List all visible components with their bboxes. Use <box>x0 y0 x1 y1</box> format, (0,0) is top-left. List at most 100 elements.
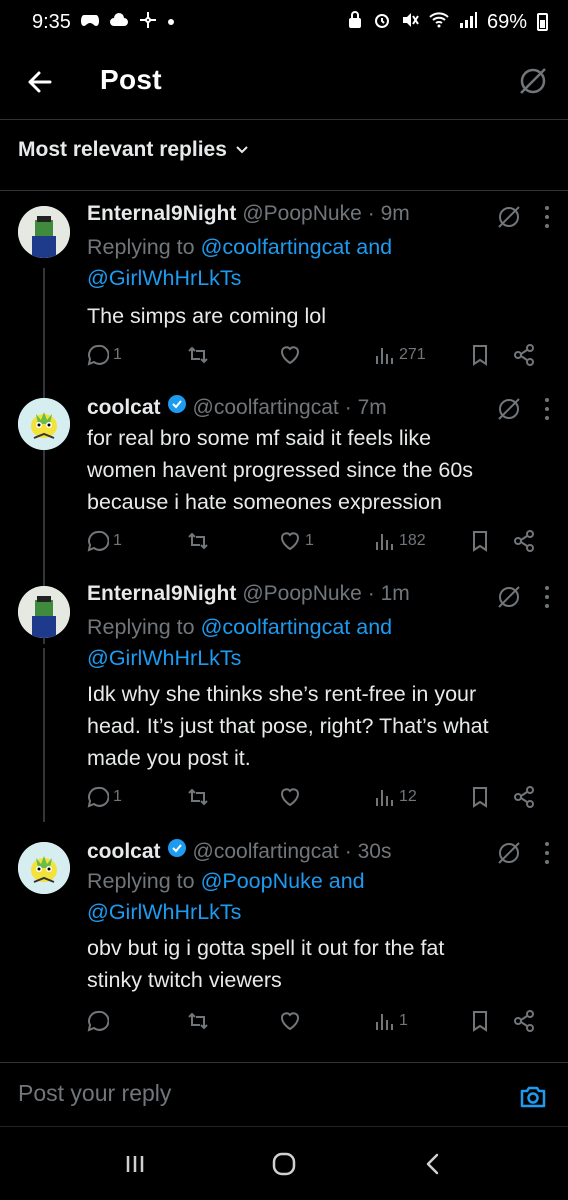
reply-actions: 1 <box>87 1010 547 1036</box>
reply-composer-input[interactable]: Post your reply <box>18 1080 171 1107</box>
reply-button[interactable]: 1 <box>87 786 122 808</box>
views-button[interactable]: 182 <box>373 530 426 552</box>
replying-to: Replying to @coolfartingcat and @GirlWhH… <box>87 612 527 674</box>
mention-link[interactable]: @GirlWhHrLkTs <box>87 900 241 924</box>
handle[interactable]: @PoopNuke <box>242 582 361 606</box>
grok-icon[interactable] <box>496 204 522 230</box>
avatar[interactable] <box>18 842 70 894</box>
handle[interactable]: @PoopNuke <box>242 202 361 226</box>
verified-badge-icon <box>167 839 186 857</box>
repost-button[interactable] <box>187 344 209 366</box>
bookmark-button[interactable] <box>469 530 491 552</box>
avatar[interactable] <box>18 398 70 450</box>
replying-prefix: Replying to <box>87 615 195 639</box>
heart-icon <box>281 788 299 807</box>
battery-icon <box>537 13 548 31</box>
like-count: 1 <box>305 532 314 549</box>
bookmark-button[interactable] <box>469 344 491 366</box>
sort-selector[interactable]: Most relevant replies <box>18 138 249 162</box>
replying-to: Replying to @coolfartingcat and @GirlWhH… <box>87 232 527 294</box>
display-name[interactable]: Enternal9Night <box>87 582 236 606</box>
grok-icon[interactable] <box>496 584 522 610</box>
share-icon <box>514 1010 534 1032</box>
chevron-down-icon <box>236 146 248 154</box>
views-button[interactable]: 271 <box>373 344 426 366</box>
repost-button[interactable] <box>187 530 209 552</box>
comment-icon <box>87 786 109 808</box>
handle[interactable]: @coolfartingcat <box>193 840 339 864</box>
bookmark-button[interactable] <box>469 786 491 808</box>
reply-meta: Enternal9Night @PoopNuke · 1m <box>87 582 410 606</box>
heart-icon <box>281 1012 299 1031</box>
reply-item[interactable]: Enternal9Night @PoopNuke · 9m Replying t… <box>0 202 568 644</box>
page-title: Post <box>100 64 162 95</box>
reply-text-line: made you post it. <box>87 746 251 770</box>
lock-icon <box>347 10 363 34</box>
home-icon[interactable] <box>264 1144 304 1184</box>
reply-button[interactable]: 1 <box>87 344 122 366</box>
like-button[interactable] <box>279 344 301 366</box>
reply-item[interactable]: coolcat @coolfartingcat · 7m for real br… <box>0 394 568 564</box>
reply-button[interactable]: 1 <box>87 530 122 552</box>
display-name[interactable]: coolcat <box>87 840 161 864</box>
repost-icon <box>188 532 208 550</box>
reply-meta: coolcat @coolfartingcat · 7m <box>87 394 387 420</box>
recent-apps-icon[interactable] <box>115 1144 155 1184</box>
reply-text-line: women havent progressed since the 60s <box>87 458 474 482</box>
mention-link[interactable]: @GirlWhHrLkTs <box>87 266 241 290</box>
share-button[interactable] <box>513 344 535 366</box>
more-options-icon[interactable] <box>544 842 550 864</box>
reply-row-icons <box>496 840 550 866</box>
reply-actions: 1 1 182 <box>87 530 547 556</box>
share-icon <box>514 530 534 552</box>
heart-icon <box>281 346 299 365</box>
grok-icon[interactable] <box>496 840 522 866</box>
more-options-icon[interactable] <box>544 586 550 608</box>
reply-text: The simps are coming lol <box>87 300 547 332</box>
reply-actions: 1 12 <box>87 786 547 812</box>
analytics-icon <box>376 1014 393 1030</box>
views-button[interactable]: 12 <box>373 786 417 808</box>
status-right: 69% <box>347 11 548 34</box>
grok-icon[interactable] <box>496 396 522 422</box>
mention-link[interactable]: @PoopNuke and <box>201 869 365 893</box>
header-divider <box>0 119 568 120</box>
reply-count: 1 <box>113 532 122 549</box>
composer-divider <box>0 1062 568 1063</box>
reply-text: Idk why she thinks she’s rent-free in yo… <box>87 678 547 774</box>
handle[interactable]: @coolfartingcat <box>193 396 339 420</box>
like-button[interactable] <box>279 786 301 808</box>
timestamp: · 30s <box>344 840 392 863</box>
pinwheel-icon <box>139 11 157 34</box>
like-button[interactable]: 1 <box>279 530 314 552</box>
share-icon <box>514 344 534 366</box>
like-button[interactable] <box>279 1010 301 1032</box>
mention-link[interactable]: @GirlWhHrLkTs <box>87 646 241 670</box>
repost-button[interactable] <box>187 1010 209 1032</box>
avatar[interactable] <box>18 206 70 258</box>
repost-button[interactable] <box>187 786 209 808</box>
share-button[interactable] <box>513 1010 535 1032</box>
display-name[interactable]: coolcat <box>87 396 161 420</box>
more-options-icon[interactable] <box>544 206 550 228</box>
share-button[interactable] <box>513 786 535 808</box>
more-options-icon[interactable] <box>544 398 550 420</box>
reply-item[interactable]: Enternal9Night @PoopNuke · 1m Replying t… <box>0 582 568 822</box>
bookmark-button[interactable] <box>469 1010 491 1032</box>
reply-button[interactable] <box>87 1010 109 1032</box>
avatar[interactable] <box>18 586 70 638</box>
comment-icon <box>87 1010 109 1032</box>
reply-text-line: obv but ig i gotta spell it out for the … <box>87 936 445 960</box>
back-icon[interactable] <box>413 1144 453 1184</box>
views-button[interactable]: 1 <box>373 1010 408 1032</box>
camera-icon[interactable] <box>518 1082 548 1112</box>
mention-link[interactable]: @coolfartingcat and <box>201 235 393 259</box>
grok-icon[interactable] <box>518 66 548 96</box>
share-button[interactable] <box>513 530 535 552</box>
mention-link[interactable]: @coolfartingcat and <box>201 615 393 639</box>
display-name[interactable]: Enternal9Night <box>87 202 236 226</box>
reply-row-icons <box>496 584 550 610</box>
bookmark-icon <box>473 1011 487 1032</box>
reply-item[interactable]: coolcat @coolfartingcat · 30s Replying t… <box>0 838 568 1038</box>
back-arrow-icon[interactable] <box>22 64 58 100</box>
